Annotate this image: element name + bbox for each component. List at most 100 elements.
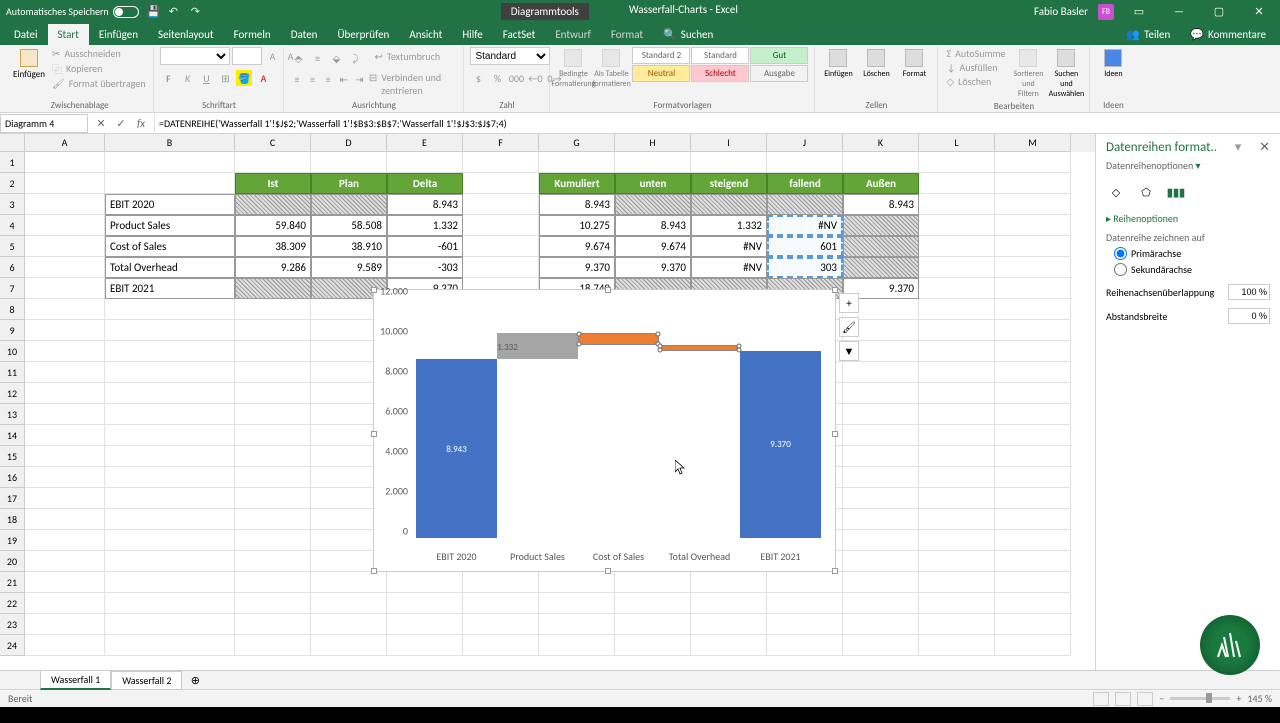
tab-format[interactable]: Format xyxy=(601,24,653,45)
tab-entwurf[interactable]: Entwurf xyxy=(545,24,601,45)
cond-format-button[interactable]: Bedingte Formatierung xyxy=(556,47,590,91)
column-headers[interactable]: ABCDEFGHIJKLM xyxy=(0,134,1095,152)
grow-font-icon[interactable]: A xyxy=(264,48,280,64)
chart-styles-icon[interactable]: 🖌 xyxy=(839,317,859,337)
zoom-out-icon[interactable]: − xyxy=(1159,692,1164,705)
ideas-button[interactable]: Ideen xyxy=(1096,47,1130,81)
overlap-input[interactable] xyxy=(1228,284,1270,300)
close-icon[interactable]: ✕ xyxy=(1244,2,1274,22)
chart-x-axis[interactable]: EBIT 2020Product SalesCost of SalesTotal… xyxy=(416,550,821,563)
chart-add-element-icon[interactable]: + xyxy=(839,293,859,313)
confirm-formula-icon[interactable]: ✓ xyxy=(112,114,130,132)
align-top-icon[interactable]: ⬘ xyxy=(290,50,306,66)
search-box[interactable]: 🔍Suchen xyxy=(653,24,723,45)
chart-y-axis[interactable]: 02.0004.0006.0008.00010.00012.000 xyxy=(374,298,412,538)
page-layout-view-icon[interactable] xyxy=(1115,692,1131,706)
sheet-tab-1[interactable]: Wasserfall 1 xyxy=(40,670,111,690)
indent-dec-icon[interactable]: ⇤ xyxy=(337,71,350,87)
zoom-in-icon[interactable]: + xyxy=(1236,692,1241,705)
maximize-icon[interactable]: ▢ xyxy=(1204,2,1234,22)
format-cells-button[interactable]: Format xyxy=(897,47,931,81)
share-button[interactable]: 👥Teilen xyxy=(1116,24,1180,45)
underline-button[interactable]: U xyxy=(198,70,214,86)
sort-filter-button[interactable]: Sortieren und Filtern xyxy=(1011,47,1045,101)
align-left-icon[interactable]: ≡ xyxy=(290,71,303,87)
chart-filter-icon[interactable]: ▼ xyxy=(839,341,859,361)
primary-axis-radio[interactable]: Primärachse xyxy=(1114,247,1270,260)
bold-button[interactable]: F xyxy=(160,70,176,86)
paste-button[interactable]: Einfügen xyxy=(12,47,46,82)
user-name[interactable]: Fabio Basler xyxy=(1034,5,1088,18)
tab-einfuegen[interactable]: Einfügen xyxy=(89,24,148,45)
chart-plot-area[interactable]: 8.9431.3329.370 xyxy=(416,298,821,538)
format-table-button[interactable]: Als Tabelle formatieren xyxy=(594,47,628,91)
tab-ueberpruefen[interactable]: Überprüfen xyxy=(327,24,399,45)
thousands-icon[interactable]: 000 xyxy=(508,70,524,86)
number-format-select[interactable]: Standard xyxy=(470,47,550,65)
save-icon[interactable]: 💾 xyxy=(147,5,161,19)
tab-seitenlayout[interactable]: Seitenlayout xyxy=(148,24,224,45)
effects-icon[interactable]: ⬠ xyxy=(1136,182,1156,202)
tab-start[interactable]: Start xyxy=(48,24,89,45)
row-headers[interactable]: 123456789101112131415161718192021222324 xyxy=(0,152,25,656)
font-select[interactable] xyxy=(160,47,230,65)
normal-view-icon[interactable] xyxy=(1093,692,1109,706)
redo-icon[interactable]: ↷ xyxy=(191,5,205,19)
ribbon-options-icon[interactable]: ▭ xyxy=(1124,2,1154,22)
currency-icon[interactable]: $ xyxy=(470,70,486,86)
orientation-icon[interactable]: ⤸ xyxy=(347,50,363,66)
tab-factset[interactable]: FactSet xyxy=(493,24,546,45)
italic-button[interactable]: K xyxy=(179,70,195,86)
close-pane-icon[interactable]: ✕ xyxy=(1259,140,1270,155)
align-center-icon[interactable]: ≡ xyxy=(306,71,319,87)
indent-inc-icon[interactable]: ⇥ xyxy=(353,71,366,87)
tab-daten[interactable]: Daten xyxy=(281,24,328,45)
undo-icon[interactable]: ↶ xyxy=(169,5,183,19)
sheet-tab-2[interactable]: Wasserfall 2 xyxy=(111,671,182,690)
dropdown-icon[interactable]: ▾ xyxy=(1235,140,1242,155)
comments-button[interactable]: 💬Kommentare xyxy=(1180,24,1276,45)
percent-icon[interactable]: % xyxy=(489,70,505,86)
align-right-icon[interactable]: ≡ xyxy=(322,71,335,87)
find-select-button[interactable]: Suchen und Auswählen xyxy=(1049,47,1083,101)
tab-datei[interactable]: Datei xyxy=(4,24,48,45)
series-options-header[interactable]: ▸ Reihenoptionen xyxy=(1106,212,1270,225)
minimize-icon[interactable]: — xyxy=(1164,2,1194,22)
delete-cells-button[interactable]: Löschen xyxy=(859,47,893,81)
select-all-corner[interactable] xyxy=(0,134,25,152)
autosum-button[interactable]: ΣAutoSumme xyxy=(944,47,1007,60)
align-bot-icon[interactable]: ⬙ xyxy=(328,50,344,66)
fill-color-button[interactable]: 🪣 xyxy=(236,70,252,86)
name-box[interactable]: Diagramm 4 xyxy=(0,114,88,133)
series-options-icon[interactable]: ▮▮▮ xyxy=(1166,182,1186,202)
font-color-button[interactable]: A xyxy=(255,70,271,86)
zoom-level[interactable]: 145 % xyxy=(1247,692,1272,705)
format-painter-button[interactable]: 🖌Format übertragen xyxy=(50,77,147,90)
align-mid-icon[interactable]: ≡ xyxy=(309,50,325,66)
dec-inc-icon[interactable]: ←0 xyxy=(527,70,543,86)
format-pane-subtitle[interactable]: Datenreihenoptionen ▾ xyxy=(1106,159,1270,172)
user-avatar[interactable]: FB xyxy=(1098,4,1114,20)
page-break-view-icon[interactable] xyxy=(1137,692,1153,706)
cell-styles-gallery[interactable]: Standard 2 Standard Gut Neutral Schlecht… xyxy=(632,47,808,82)
fill-line-icon[interactable]: ◇ xyxy=(1106,182,1126,202)
tab-formeln[interactable]: Formeln xyxy=(224,24,281,45)
gap-input[interactable] xyxy=(1228,308,1270,324)
insert-cells-button[interactable]: Einfügen xyxy=(821,47,855,81)
auto-save-toggle[interactable]: Automatisches Speichern xyxy=(6,5,139,18)
cut-button[interactable]: ✂Ausschneiden xyxy=(50,47,147,60)
clear-button[interactable]: ◇Löschen xyxy=(944,75,1007,88)
fx-icon[interactable]: fx xyxy=(132,114,150,132)
formula-input[interactable]: =DATENREIHE('Wasserfall 1'!$J$2;'Wasserf… xyxy=(154,114,1280,132)
secondary-axis-radio[interactable]: Sekundärachse xyxy=(1114,263,1270,276)
font-size-input[interactable] xyxy=(232,47,262,65)
cancel-formula-icon[interactable]: ✕ xyxy=(92,114,110,132)
copy-button[interactable]: ⿻Kopieren xyxy=(50,61,147,76)
zoom-slider[interactable] xyxy=(1170,697,1230,700)
border-button[interactable]: ⊞ xyxy=(217,70,233,86)
add-sheet-button[interactable]: ⊕ xyxy=(186,671,204,689)
tab-ansicht[interactable]: Ansicht xyxy=(399,24,452,45)
chart-object[interactable]: + 🖌 ▼ 02.0004.0006.0008.00010.00012.000 … xyxy=(373,289,836,572)
fill-button[interactable]: ↓Ausfüllen xyxy=(944,61,1007,74)
tab-hilfe[interactable]: Hilfe xyxy=(452,24,492,45)
